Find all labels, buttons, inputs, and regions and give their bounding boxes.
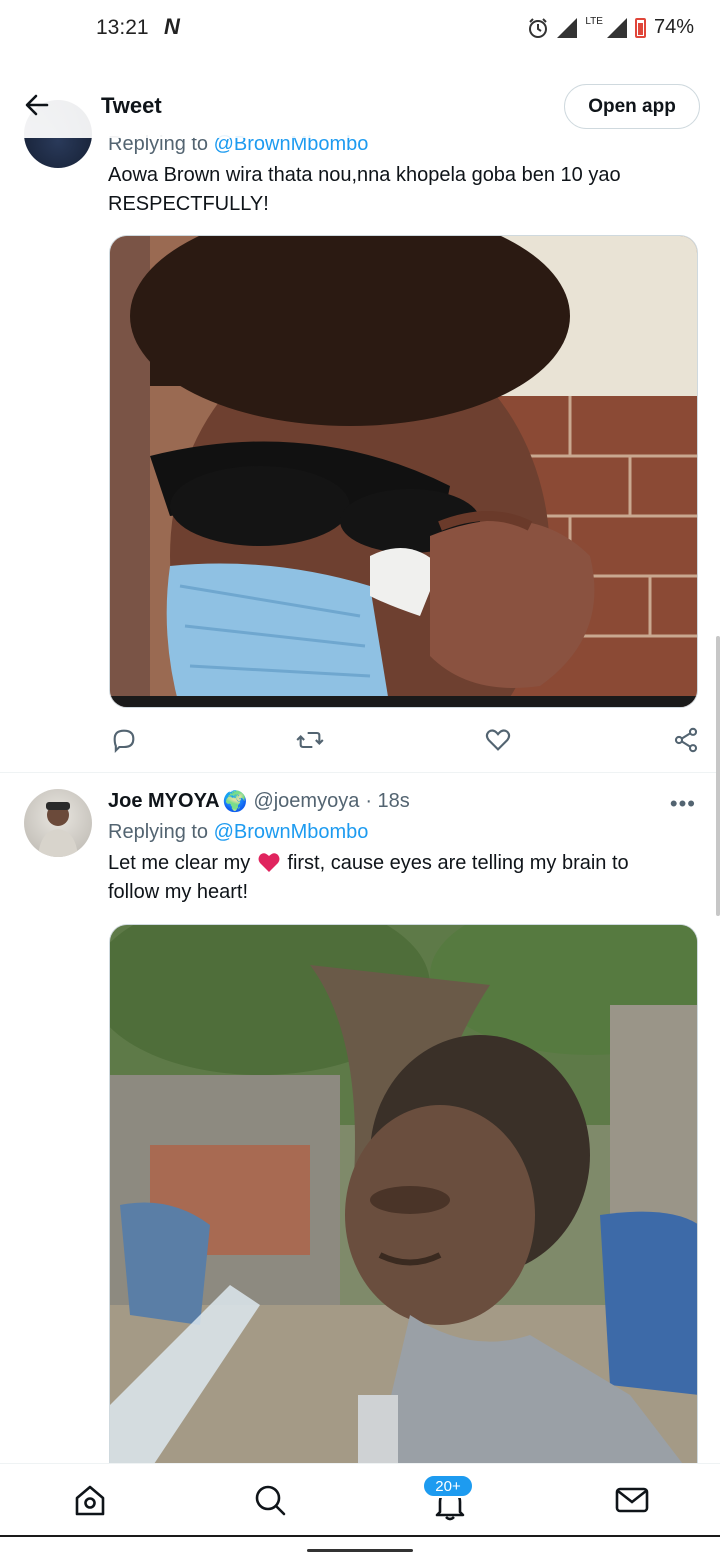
search-icon[interactable]: [252, 1482, 288, 1518]
author-name[interactable]: Joe MYOYA: [108, 790, 220, 813]
tweet-text-line: Let me clear my first, cause eyes are te…: [108, 849, 698, 878]
gesture-area: [0, 1535, 720, 1560]
page-title: Tweet: [101, 93, 162, 118]
reply-icon[interactable]: [110, 726, 138, 754]
messages-icon[interactable]: [614, 1482, 650, 1518]
tweet-time: · 18s: [365, 790, 410, 812]
tweet-image[interactable]: [109, 235, 698, 708]
tweet-text-line: Aowa Brown wira thata nou,nna khopela go…: [108, 164, 621, 186]
header: Tweet Open app: [0, 62, 720, 150]
red-heart-emoji-icon: [258, 853, 280, 872]
tweet-image[interactable]: [109, 924, 698, 1484]
like-icon[interactable]: [484, 726, 512, 754]
retweet-icon[interactable]: [296, 726, 324, 754]
share-icon[interactable]: [672, 726, 700, 754]
header-backdrop: [0, 72, 520, 138]
photo-man-with-bottle: [110, 925, 697, 1484]
bottom-nav: 20+: [0, 1463, 720, 1535]
gesture-bar[interactable]: [307, 1549, 413, 1552]
author-handle[interactable]: @joemyoya: [253, 790, 359, 813]
tweet-text-line: follow my heart!: [108, 881, 249, 903]
mention-link[interactable]: @BrownMbombo: [214, 821, 369, 843]
author-row: Joe MYOYA 🌍 @joemyoya · 18s: [108, 789, 410, 814]
tweet-text-line: RESPECTFULLY!: [108, 193, 269, 215]
photo-crying-man-sunglasses: [110, 236, 697, 707]
scrollbar[interactable]: [716, 636, 720, 916]
globe-emoji-icon: 🌍: [222, 791, 248, 813]
more-options-icon[interactable]: •••: [670, 791, 696, 817]
tweet-text: Aowa Brown wira thata nou,nna khopela go…: [108, 161, 698, 219]
reply-prefix: Replying to: [108, 821, 209, 843]
open-app-button[interactable]: Open app: [564, 84, 700, 129]
tweet-2[interactable]: Joe MYOYA 🌍 @joemyoya · 18s ••• Replying…: [0, 773, 720, 1484]
tweet-text-part: Let me clear my: [108, 852, 251, 874]
notifications-badge[interactable]: 20+: [422, 1474, 474, 1498]
tweet-text: Let me clear my first, cause eyes are te…: [108, 849, 698, 907]
arrow-left-icon[interactable]: [22, 90, 52, 120]
replying-to: Replying to @BrownMbombo: [108, 821, 368, 844]
avatar-photo: [38, 802, 78, 857]
home-icon[interactable]: [72, 1482, 108, 1518]
avatar[interactable]: [24, 789, 92, 857]
tweet-text-part: first, cause eyes are telling my brain t…: [287, 852, 629, 874]
tweet-actions: [108, 726, 698, 756]
